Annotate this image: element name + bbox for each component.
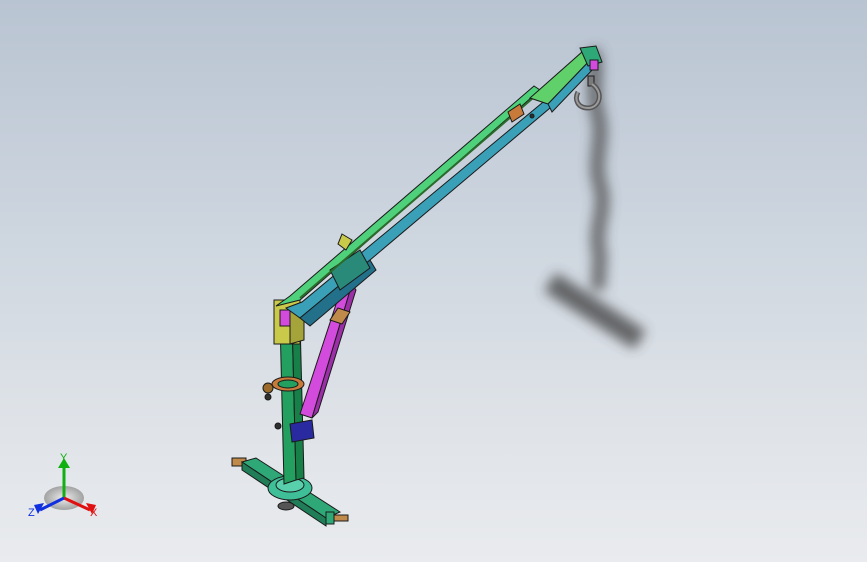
model-canvas[interactable]: Y X Z xyxy=(0,0,867,562)
mast[interactable] xyxy=(273,299,305,485)
z-axis-label: Z xyxy=(28,507,35,519)
x-axis-label: X xyxy=(90,507,98,519)
y-axis-label: Y xyxy=(60,452,68,464)
axis-triad: Y X Z xyxy=(28,452,98,519)
cad-viewport[interactable]: Y X Z xyxy=(0,0,867,562)
